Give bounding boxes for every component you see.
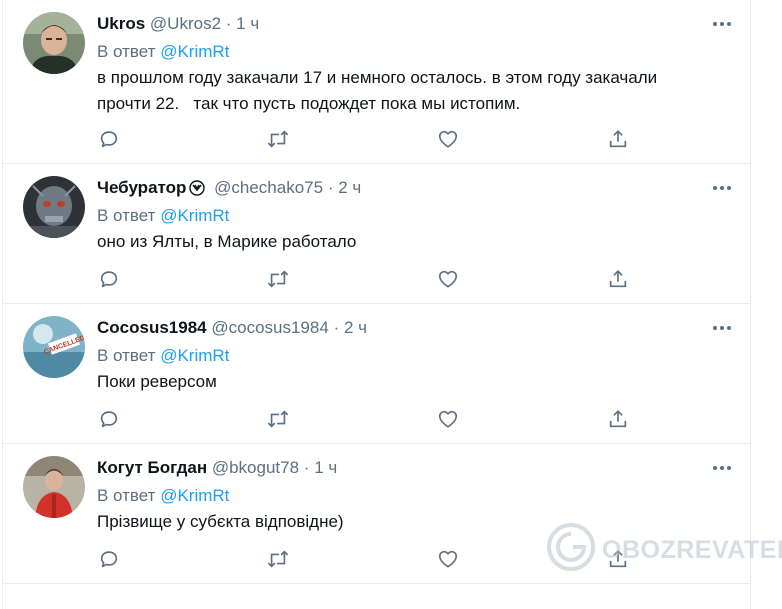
share-icon	[607, 408, 629, 430]
display-name[interactable]: Ukros	[97, 14, 145, 33]
reply-context: В ответ @KrimRt	[97, 485, 229, 507]
retweet-button[interactable]	[266, 407, 290, 431]
more-dots-icon	[713, 326, 731, 330]
reply-icon	[98, 548, 120, 570]
more-options-button[interactable]	[710, 176, 734, 200]
reply-button[interactable]	[97, 407, 121, 431]
timestamp[interactable]: 1 ч	[314, 458, 337, 477]
timestamp[interactable]: 2 ч	[338, 178, 361, 197]
reply-tweet[interactable]: Чебуратор @chechako75 · 2 ч В ответ @Kri…	[3, 164, 750, 304]
user-handle[interactable]: @bkogut78	[212, 458, 299, 477]
tweet-text-line: Поки реверсом	[97, 372, 217, 391]
reply-icon	[98, 268, 120, 290]
retweet-button[interactable]	[266, 267, 290, 291]
timestamp[interactable]: 2 ч	[344, 318, 367, 337]
like-icon	[437, 128, 459, 150]
tweet-text-line: прочти 22. так что пусть подождет пока м…	[97, 94, 521, 113]
reply-context: В ответ @KrimRt	[97, 345, 229, 367]
reply-mention-link[interactable]: @KrimRt	[160, 486, 229, 505]
replies-feed: Ukros @Ukros2 · 1 ч В ответ @KrimRt в пр…	[2, 0, 751, 609]
time-separator: ·	[333, 318, 340, 337]
reply-icon	[98, 408, 120, 430]
reply-context: В ответ @KrimRt	[97, 41, 229, 63]
avatar[interactable]: CANCELLED	[23, 316, 85, 378]
cancelled-stamp-avatar-icon: CANCELLED	[23, 316, 85, 378]
robot-skull-avatar-icon	[23, 176, 85, 238]
like-icon	[437, 408, 459, 430]
tweet-header: Cocosus1984 @cocosus1984 · 2 ч	[97, 317, 367, 339]
share-button[interactable]	[606, 267, 630, 291]
time-separator: ·	[225, 14, 232, 33]
share-icon	[607, 128, 629, 150]
user-handle[interactable]: @Ukros2	[150, 14, 221, 33]
avatar[interactable]	[23, 456, 85, 518]
reply-mention-link[interactable]: @KrimRt	[160, 206, 229, 225]
reply-icon	[98, 128, 120, 150]
share-button[interactable]	[606, 127, 630, 151]
custom-emblem-icon	[189, 180, 206, 202]
retweet-icon	[266, 548, 290, 570]
avatar[interactable]	[23, 176, 85, 238]
like-icon	[437, 548, 459, 570]
like-button[interactable]	[436, 547, 460, 571]
like-icon	[437, 268, 459, 290]
retweet-button[interactable]	[266, 127, 290, 151]
like-button[interactable]	[436, 267, 460, 291]
reply-prefix: В ответ	[97, 346, 156, 365]
tweet-text: в прошлом году закачали 17 и немного ост…	[97, 65, 737, 117]
reply-button[interactable]	[97, 267, 121, 291]
reply-prefix: В ответ	[97, 42, 156, 61]
share-button[interactable]	[606, 407, 630, 431]
tweet-header: Ukros @Ukros2 · 1 ч	[97, 13, 259, 35]
user-handle[interactable]: @chechako75	[214, 178, 323, 197]
reply-prefix: В ответ	[97, 206, 156, 225]
avatar[interactable]	[23, 12, 85, 74]
reply-button[interactable]	[97, 127, 121, 151]
watermark-text: OBOZREVATEL	[602, 536, 782, 564]
tweet-text-line: оно из Ялты, в Марике работало	[97, 232, 357, 251]
reply-tweet[interactable]: Ukros @Ukros2 · 1 ч В ответ @KrimRt в пр…	[3, 0, 750, 164]
tweet-text-line: в прошлом году закачали 17 и немного ост…	[97, 68, 658, 87]
timestamp[interactable]: 1 ч	[236, 14, 259, 33]
person-red-jacket-avatar-icon	[23, 456, 85, 518]
more-dots-icon	[713, 22, 731, 26]
time-separator: ·	[327, 178, 334, 197]
tweet-actions	[97, 267, 637, 291]
display-name[interactable]: Cocosus1984	[97, 318, 207, 337]
retweet-icon	[266, 268, 290, 290]
more-dots-icon	[713, 466, 731, 470]
more-options-button[interactable]	[710, 456, 734, 480]
display-name[interactable]: Когут Богдан	[97, 458, 207, 477]
share-icon	[607, 268, 629, 290]
tweet-header: Когут Богдан @bkogut78 · 1 ч	[97, 457, 337, 479]
person-avatar-photo-icon	[23, 12, 85, 74]
tweet-text: оно из Ялты, в Марике работало	[97, 229, 737, 255]
retweet-icon	[266, 408, 290, 430]
watermark-emblem-icon	[547, 523, 595, 571]
like-button[interactable]	[436, 407, 460, 431]
retweet-icon	[266, 128, 290, 150]
like-button[interactable]	[436, 127, 460, 151]
more-options-button[interactable]	[710, 316, 734, 340]
tweet-header: Чебуратор @chechako75 · 2 ч	[97, 177, 361, 199]
reply-prefix: В ответ	[97, 486, 156, 505]
tweet-actions	[97, 407, 637, 431]
watermark-logo: OBOZREVATEL	[546, 521, 782, 573]
user-handle[interactable]: @cocosus1984	[211, 318, 328, 337]
more-dots-icon	[713, 186, 731, 190]
reply-mention-link[interactable]: @KrimRt	[160, 42, 229, 61]
reply-mention-link[interactable]: @KrimRt	[160, 346, 229, 365]
reply-context: В ответ @KrimRt	[97, 205, 229, 227]
reply-button[interactable]	[97, 547, 121, 571]
more-options-button[interactable]	[710, 12, 734, 36]
tweet-actions	[97, 127, 637, 151]
retweet-button[interactable]	[266, 547, 290, 571]
tweet-text: Поки реверсом	[97, 369, 737, 395]
time-separator: ·	[303, 458, 310, 477]
display-name[interactable]: Чебуратор	[97, 178, 186, 197]
reply-tweet[interactable]: CANCELLED Cocosus1984 @cocosus1984 · 2 ч…	[3, 304, 750, 444]
